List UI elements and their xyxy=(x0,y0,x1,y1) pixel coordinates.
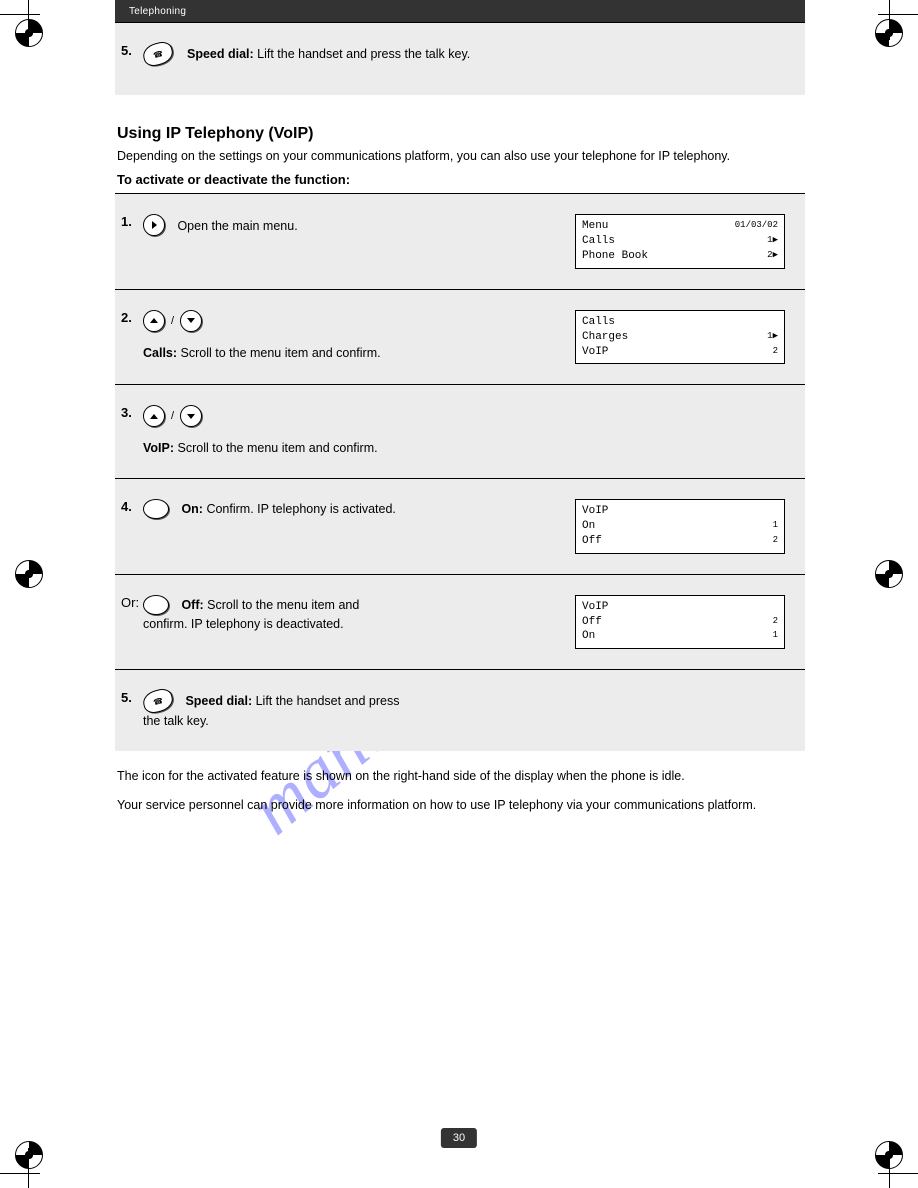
crop-line xyxy=(0,14,40,15)
step-number: 5. xyxy=(121,43,132,58)
step-text: On: Confirm. IP telephony is activated. xyxy=(181,502,395,516)
crop-line xyxy=(28,0,29,40)
nav-right-icon xyxy=(143,214,165,236)
step-text: VoIP: Scroll to the menu item and confir… xyxy=(143,439,403,458)
crop-line xyxy=(28,1148,29,1188)
step-block-top: 5. Speed dial: Lift the handset and pres… xyxy=(115,22,805,95)
talk-key-icon xyxy=(141,687,176,716)
crop-line xyxy=(0,1173,40,1174)
step-text: Speed dial: Lift the handset and press t… xyxy=(143,694,399,728)
page-header: Telephoning xyxy=(115,0,805,22)
step-text: Speed dial: Lift the handset and press t… xyxy=(187,45,470,64)
lcd-display: VoIP On1 Off2 xyxy=(575,499,785,554)
crop-mark xyxy=(864,560,914,610)
step-row: 1. Open the main menu. Menu01/03/02 Call… xyxy=(115,194,805,289)
step-row: 4. On: Confirm. IP telephony is activate… xyxy=(115,478,805,574)
step-text: Open the main menu. xyxy=(177,219,297,233)
page-number: 30 xyxy=(441,1128,477,1148)
step-number: 1. xyxy=(121,214,132,229)
lcd-display: VoIP Off2 On1 xyxy=(575,595,785,650)
step-text: Off: Scroll to the menu item and confirm… xyxy=(143,598,359,631)
crop-line xyxy=(878,1173,918,1174)
footer-text-1: The icon for the activated feature is sh… xyxy=(115,767,805,786)
page-content: Telephoning 5. Speed dial: Lift the hand… xyxy=(115,0,805,816)
step-number: 5. xyxy=(121,690,132,705)
crop-mark xyxy=(4,560,54,610)
crop-line xyxy=(878,14,918,15)
section-title: Using IP Telephony (VoIP) xyxy=(115,125,805,143)
confirm-key-icon xyxy=(143,499,169,519)
step-number: 2. xyxy=(121,310,132,325)
section-subhead: To activate or deactivate the function: xyxy=(115,172,805,187)
step-number: 4. xyxy=(121,499,132,514)
step-number: 3. xyxy=(121,405,132,420)
steps-block: 1. Open the main menu. Menu01/03/02 Call… xyxy=(115,193,805,751)
nav-up-icon xyxy=(143,405,165,427)
step-row: 3. / VoIP: Scroll to the menu item and c… xyxy=(115,384,805,478)
talk-key-icon xyxy=(141,39,176,68)
nav-down-icon xyxy=(180,405,202,427)
nav-up-icon xyxy=(143,310,165,332)
section-intro: Depending on the settings on your commun… xyxy=(115,147,805,166)
step-row: 2. / Calls: Scroll to the menu item and … xyxy=(115,289,805,385)
crop-line xyxy=(889,1148,890,1188)
lcd-display: Calls Charges1▶ VoIP2 xyxy=(575,310,785,365)
crop-mark xyxy=(4,8,54,58)
header-title: Telephoning xyxy=(129,6,186,17)
lcd-display: Menu01/03/02 Calls1▶ Phone Book2▶ xyxy=(575,214,785,269)
confirm-key-icon xyxy=(143,595,169,615)
step-row: Or: Off: Scroll to the menu item and con… xyxy=(115,574,805,670)
nav-down-icon xyxy=(180,310,202,332)
step-or-label: Or: xyxy=(121,595,139,610)
footer-text-2: Your service personnel can provide more … xyxy=(115,796,805,815)
step-row: 5. Speed dial: Lift the handset and pres… xyxy=(115,669,805,751)
step-text: Calls: Scroll to the menu item and confi… xyxy=(143,344,403,363)
crop-line xyxy=(889,0,890,40)
